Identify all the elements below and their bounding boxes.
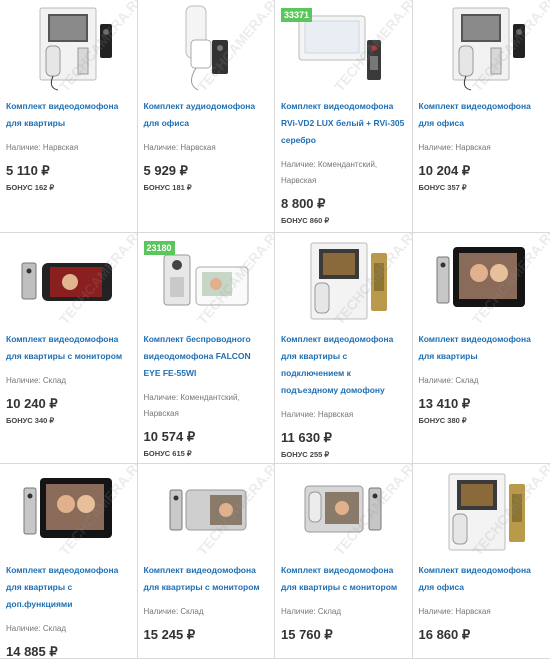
product-card[interactable]: TECHCAMERA.RUКомплект видеодомофона для … [0, 0, 138, 233]
availability-text: Наличие: Нарвская [418, 143, 491, 152]
product-card[interactable]: TECHCAMERA.RUКомплект видеодомофона для … [412, 0, 550, 233]
bonus-text: БОНУС 615 ₽ [143, 449, 192, 458]
price: 14 885 ₽ [6, 644, 58, 659]
intercom-kit-image [448, 473, 526, 551]
bonus-text: БОНУС 860 ₽ [281, 216, 330, 225]
product-card[interactable]: TECHCAMERA.RUКомплект видеодомофона для … [0, 464, 138, 659]
product-image[interactable]: 23180TECHCAMERA.RU [143, 233, 274, 329]
product-grid: TECHCAMERA.RUКомплект видеодомофона для … [0, 0, 550, 659]
bonus-text: БОНУС 340 ₽ [6, 416, 55, 425]
product-id-badge: 33371 [281, 8, 313, 22]
product-title-link[interactable]: Комплект видеодомофона для квартиры с по… [281, 331, 406, 399]
intercom-kit-image [23, 478, 113, 538]
availability-text: Наличие: Склад [281, 607, 342, 616]
price: 10 204 ₽ [418, 163, 471, 178]
product-card[interactable]: TECHCAMERA.RUКомплект видеодомофона для … [0, 233, 138, 464]
bonus-text: БОНУС 255 ₽ [281, 450, 330, 459]
availability-text: Наличие: Склад [6, 624, 67, 633]
product-image[interactable]: TECHCAMERA.RU [6, 464, 137, 560]
intercom-kit-image [39, 7, 113, 91]
product-card[interactable]: TECHCAMERA.RUКомплект видеодомофона для … [412, 233, 550, 464]
price: 10 240 ₽ [6, 396, 58, 411]
availability-text: Наличие: Комендантский, Нарвская [281, 160, 378, 185]
intercom-kit-image [310, 242, 388, 320]
product-title-link[interactable]: Комплект аудиодомофона для офиса [144, 98, 269, 132]
product-card[interactable]: TECHCAMERA.RU Комплект аудиодомофона для … [137, 0, 275, 233]
product-image[interactable]: TECHCAMERA.RU [281, 233, 412, 329]
price: 15 245 ₽ [143, 627, 196, 642]
product-title-link[interactable]: Комплект видеодомофона для квартиры с до… [6, 562, 131, 613]
intercom-kit-image [304, 485, 382, 533]
product-image[interactable]: TECHCAMERA.RU [419, 233, 550, 329]
product-card[interactable]: TECHCAMERA.RUКомплект видеодомофона для … [275, 233, 413, 464]
product-card[interactable]: TECHCAMERA.RUКомплект видеодомофона для … [275, 464, 413, 659]
bonus-text: БОНУС 181 ₽ [143, 183, 192, 192]
product-card[interactable]: TECHCAMERA.RUКомплект видеодомофона для … [412, 464, 550, 659]
availability-text: Наличие: Склад [418, 376, 479, 385]
bonus-text: БОНУС 357 ₽ [418, 183, 467, 192]
bonus-text: БОНУС 162 ₽ [6, 183, 55, 192]
product-image[interactable]: TECHCAMERA.RU [419, 0, 550, 96]
price: 10 574 ₽ [143, 429, 196, 444]
intercom-kit-image [436, 247, 526, 307]
product-title-link[interactable]: Комплект видеодомофона для квартиры с мо… [6, 331, 131, 365]
product-title-link[interactable]: Комплект видеодомофона для квартиры [419, 331, 545, 365]
price: 13 410 ₽ [418, 396, 471, 411]
bonus-text: БОНУС 380 ₽ [418, 416, 467, 425]
product-card[interactable]: 23180TECHCAMERA.RUКомплект беспроводного… [137, 233, 275, 464]
availability-text: Наличие: Нарвская [6, 143, 79, 152]
availability-text: Наличие: Нарвская [418, 607, 491, 616]
product-image[interactable]: TECHCAMERA.RU [144, 464, 274, 560]
product-card[interactable]: TECHCAMERA.RUКомплект видеодомофона для … [137, 464, 275, 659]
price: 5 110 ₽ [6, 163, 50, 178]
product-image[interactable]: TECHCAMERA.RU [419, 464, 550, 560]
price: 16 860 ₽ [418, 627, 471, 642]
intercom-kit-image [169, 489, 247, 531]
availability-text: Наличие: Нарвская [281, 410, 354, 419]
product-title-link[interactable]: Комплект видеодомофона для офиса [419, 98, 545, 132]
product-title-link[interactable]: Комплект видеодомофона для квартиры с мо… [281, 562, 406, 596]
product-image[interactable]: 33371TECHCAMERA.RU [281, 0, 412, 96]
product-id-badge: 23180 [143, 241, 175, 255]
product-title-link[interactable]: Комплект видеодомофона для квартиры с мо… [144, 562, 269, 596]
price: 8 800 ₽ [281, 196, 326, 211]
product-image[interactable]: TECHCAMERA.RU [144, 0, 274, 96]
product-title-link[interactable]: Комплект видеодомофона RVi-VD2 LUX белый… [281, 98, 406, 149]
intercom-kit-image [185, 5, 228, 91]
availability-text: Наличие: Склад [143, 607, 204, 616]
price: 11 630 ₽ [281, 430, 332, 445]
product-title-link[interactable]: Комплект беспроводного видеодомофона FAL… [144, 331, 269, 382]
price: 15 760 ₽ [281, 627, 333, 642]
intercom-kit-image [452, 7, 526, 91]
price: 5 929 ₽ [143, 163, 188, 178]
availability-text: Наличие: Комендантский, Нарвская [143, 393, 240, 418]
product-image[interactable]: TECHCAMERA.RU [281, 464, 412, 560]
product-card[interactable]: 33371TECHCAMERA.RUКомплект видеодомофона… [275, 0, 413, 233]
availability-text: Наличие: Склад [6, 376, 67, 385]
intercom-kit-image [21, 262, 113, 301]
product-image[interactable]: TECHCAMERA.RU [6, 0, 137, 96]
availability-text: Наличие: Нарвская [143, 143, 216, 152]
product-title-link[interactable]: Комплект видеодомофона для квартиры [6, 98, 131, 132]
product-title-link[interactable]: Комплект видеодомофона для офиса [419, 562, 545, 596]
product-image[interactable]: TECHCAMERA.RU [6, 233, 137, 329]
